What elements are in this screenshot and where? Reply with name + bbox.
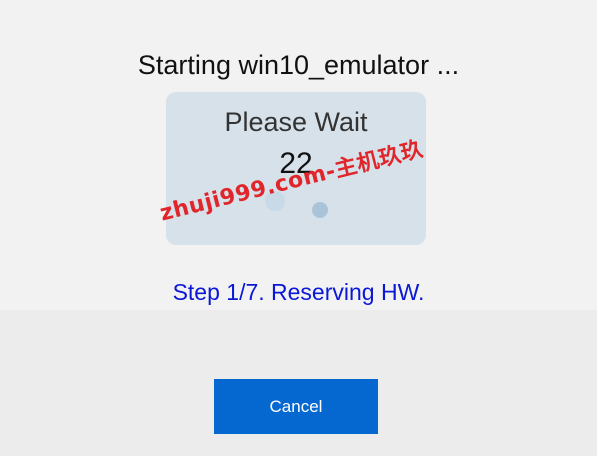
loading-dot-icon xyxy=(312,202,328,218)
page-title: Starting win10_emulator ... xyxy=(137,50,460,80)
step-status: Step 1/7. Reserving HW. xyxy=(172,279,425,305)
cancel-button[interactable]: Cancel xyxy=(214,379,378,434)
emulator-start-page: Starting win10_emulator ... Please Wait … xyxy=(0,0,597,456)
wait-label: Please Wait xyxy=(224,107,368,137)
